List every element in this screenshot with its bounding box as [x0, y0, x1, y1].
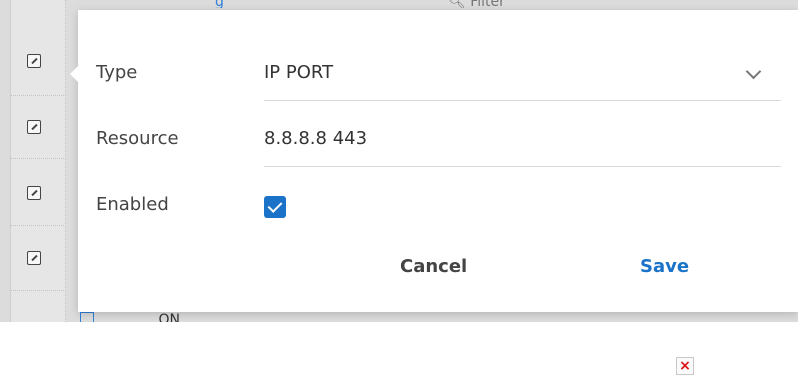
resource-label: Resource	[96, 128, 179, 149]
top-caret-2: ⌄	[396, 0, 416, 8]
search-icon: 🔍︎	[448, 0, 471, 8]
edit-icon[interactable]	[27, 120, 41, 134]
type-label: Type	[96, 62, 138, 83]
edit-icon[interactable]	[27, 186, 41, 200]
chevron-down-icon[interactable]	[745, 63, 762, 80]
type-select[interactable]: IP PORT	[264, 62, 333, 83]
type-underline	[264, 100, 781, 101]
resource-underline	[264, 166, 781, 167]
row-divider	[10, 95, 64, 96]
filter-input-partial[interactable]: 🔍︎ Filter	[448, 0, 568, 8]
partial-row-text: ON	[158, 312, 180, 322]
edit-icon[interactable]	[27, 251, 41, 265]
top-link-partial[interactable]: g	[215, 0, 385, 8]
row-divider	[10, 225, 64, 226]
top-caret-1: ⌄	[135, 0, 205, 8]
enabled-checkbox[interactable]	[264, 196, 286, 218]
popover-pointer	[70, 66, 78, 82]
cancel-button[interactable]: Cancel	[392, 252, 475, 281]
partial-row: ON	[80, 312, 280, 322]
enabled-label: Enabled	[96, 194, 169, 215]
broken-image-icon: ×	[676, 357, 694, 375]
filter-placeholder: Filter	[470, 0, 505, 8]
row-divider	[10, 158, 64, 159]
edit-icon[interactable]	[27, 54, 41, 68]
row-action-column	[10, 0, 66, 322]
row-checkbox-icon[interactable]	[80, 312, 94, 322]
resource-input[interactable]: 8.8.8.8 443	[264, 128, 367, 149]
edit-rule-popover: Type IP PORT Resource 8.8.8.8 443 Enable…	[70, 10, 798, 312]
save-button[interactable]: Save	[632, 252, 697, 281]
row-divider	[10, 290, 64, 291]
